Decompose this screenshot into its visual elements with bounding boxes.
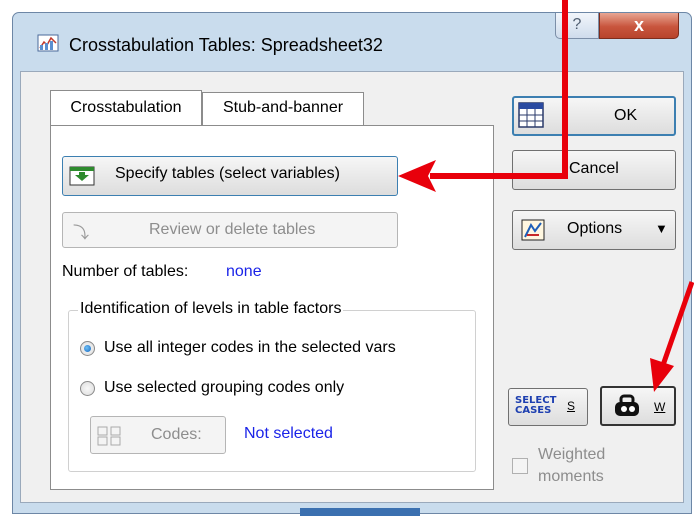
specify-tables-button[interactable]: Specify tables (select variables) [62, 156, 398, 196]
radio-selected-grouping-codes[interactable] [80, 381, 95, 396]
ok-table-icon [518, 102, 544, 128]
codes-status: Not selected [244, 425, 333, 442]
annotation-arrow-vertical [562, 0, 568, 176]
tab-crosstabulation[interactable]: Crosstabulation [50, 90, 202, 126]
taskbar-strip [300, 508, 420, 516]
annotation-arrow-horizontal [430, 173, 568, 179]
cancel-label: Cancel [569, 160, 619, 177]
review-tables-label: Review or delete tables [149, 221, 316, 238]
select-cases-button[interactable]: SELECT CASES S [508, 388, 588, 426]
weighted-moments-label-line1: Weighted [538, 446, 606, 463]
table-select-icon [69, 166, 95, 186]
ok-button[interactable]: OK [512, 96, 676, 136]
weighted-moments-label-line2: moments [538, 468, 604, 485]
chevron-down-icon: ▼ [655, 221, 668, 236]
annotation-arrowhead-left [398, 160, 436, 192]
groupbox-title: Identification of levels in table factor… [78, 300, 344, 318]
select-cases-key: S [567, 399, 576, 413]
number-of-tables-label: Number of tables: [62, 263, 189, 280]
options-icon [521, 219, 545, 241]
number-of-tables-value: none [226, 263, 262, 280]
weighted-moments-checkbox [512, 458, 528, 474]
select-cases-text: SELECT CASES [515, 396, 556, 416]
review-delete-tables-button: ⤵ Review or delete tables [62, 212, 398, 248]
window-title: Crosstabulation Tables: Spreadsheet32 [69, 35, 383, 55]
codes-button: Codes: [90, 416, 226, 454]
tab-stub-and-banner[interactable]: Stub-and-banner [202, 92, 364, 126]
select-cases-bottom: CASES [515, 405, 552, 416]
codes-label: Codes: [151, 426, 202, 443]
weight-key: W [654, 400, 666, 414]
options-button[interactable]: Options ▼ [512, 210, 676, 250]
weight-icon [615, 394, 639, 416]
radio-all-integer-codes[interactable] [80, 341, 95, 356]
review-icon: ⤵ [73, 225, 90, 242]
close-button[interactable]: x [599, 13, 679, 39]
codes-grid-icon [97, 426, 121, 446]
cancel-button[interactable]: Cancel [512, 150, 676, 190]
annotation-arrow-diagonal [650, 281, 694, 392]
ok-label: OK [614, 107, 638, 124]
radio-selected-grouping-codes-label[interactable]: Use selected grouping codes only [104, 379, 344, 397]
options-label: Options [567, 220, 623, 237]
specify-tables-label: Specify tables (select variables) [115, 165, 340, 182]
chart-app-icon [37, 34, 59, 52]
radio-all-integer-codes-label[interactable]: Use all integer codes in the selected va… [104, 339, 396, 357]
title-bar[interactable]: Crosstabulation Tables: Spreadsheet32 ? … [13, 13, 691, 71]
